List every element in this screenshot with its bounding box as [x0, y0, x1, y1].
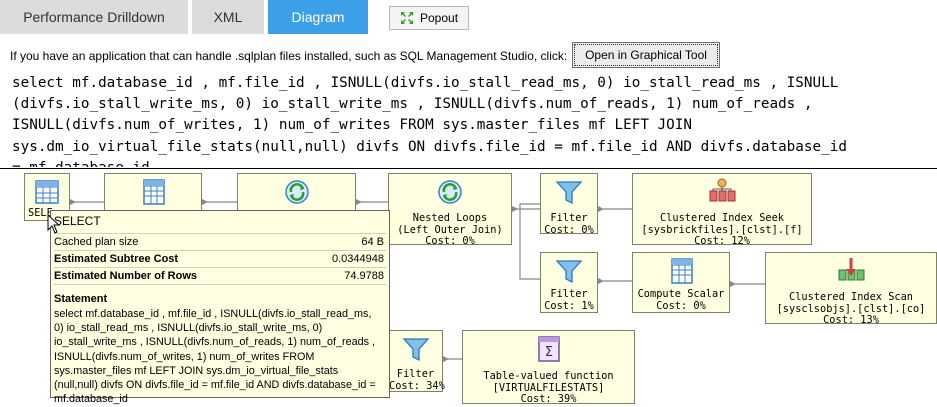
filter-icon [555, 181, 583, 205]
plan-node-clustered-index-scan[interactable]: Clustered Index Scan [sysclsobjs].[clst]… [765, 252, 937, 326]
node-label: Filter [396, 368, 435, 380]
plan-node-filter-top[interactable]: Filter Cost: 0% [540, 173, 598, 236]
filter-icon [555, 260, 583, 284]
statement-line: ISNULL(divfs.num_of_writes, 1) num_of_wr… [54, 350, 315, 363]
tooltip-key: Estimated Number of Rows [54, 270, 198, 282]
node-cost: Cost: 0% [544, 223, 594, 236]
sql-line: (divfs.io_stall_write_ms, 0) io_stall_wr… [12, 96, 813, 113]
compute-scalar-icon [671, 258, 693, 284]
statement-line: 0) io_stall_read_ms , ISNULL(divfs.io_st… [54, 322, 323, 335]
tab-bar: Performance Drilldown XML Diagram Popout [0, 0, 937, 36]
node-label: Filter [550, 288, 588, 300]
statement-line: mf.database_id [54, 393, 128, 406]
node-label: Nested Loops [412, 212, 488, 224]
plan-node-compute-scalar[interactable]: Compute Scalar Cost: 0% [632, 252, 730, 313]
plan-node-table-valued-function[interactable]: Σ Table-valued function [VIRTUALFILESTAT… [462, 330, 635, 405]
node-cost: Cost: 0% [656, 299, 706, 312]
tab-performance-drilldown[interactable]: Performance Drilldown [0, 0, 188, 34]
plan-node-nested-loops[interactable]: Nested Loops (Left Outer Join) Cost: 0% [388, 173, 512, 247]
open-in-graphical-tool-button[interactable]: Open in Graphical Tool [572, 42, 720, 68]
compute-scalar-icon [143, 179, 165, 205]
plan-node-compute-scalar-top[interactable] [104, 173, 202, 213]
tab-diagram[interactable]: Diagram [268, 0, 368, 34]
tab-xml[interactable]: XML [192, 0, 264, 34]
statement-line: (null,null) divfs ON divfs.file_id = mf.… [54, 379, 376, 392]
tooltip-row: Estimated Number of Rows 74.9788 [54, 267, 386, 285]
tooltip-value: 0.0344948 [332, 253, 384, 265]
plan-node-clustered-index-seek[interactable]: Clustered Index Seek [sysbrickfiles].[cl… [632, 173, 812, 247]
nested-loops-icon [438, 180, 462, 204]
svg-text:Σ: Σ [544, 345, 552, 360]
tooltip-row: Cached plan size 64 B [54, 233, 386, 250]
select-icon [35, 180, 59, 204]
statement-line: io_stall_write_ms , ISNULL(divfs.num_of_… [54, 336, 376, 349]
table-valued-function-icon: Σ [537, 336, 560, 362]
node-cost: Cost: 1% [544, 299, 594, 312]
popout-label: Popout [420, 11, 459, 25]
sql-line: select mf.database_id , mf.file_id , ISN… [12, 75, 839, 91]
filter-icon [402, 338, 429, 362]
open-hint-text: If you have an application that can hand… [10, 49, 568, 63]
sql-line: sys.dm_io_virtual_file_stats(null,null) … [12, 138, 847, 155]
plan-node-filter-mid[interactable]: Filter Cost: 1% [540, 252, 598, 313]
popout-button[interactable]: Popout [389, 6, 469, 30]
node-label: Clustered Index Scan [789, 291, 913, 303]
sql-line: = mf.database_id [12, 158, 937, 167]
nested-loops-icon [284, 180, 309, 204]
tooltip-row: Estimated Subtree Cost 0.0344948 [54, 250, 386, 267]
node-cost: Cost: 0% [425, 235, 475, 247]
statement-line: sys.master_files mf LEFT JOIN sys.dm_io_… [54, 364, 339, 377]
select-tooltip: SELECT Cached plan size 64 B Estimated S… [50, 210, 390, 405]
tooltip-key: Cached plan size [54, 236, 139, 248]
tooltip-title: SELECT [54, 214, 101, 228]
node-cost: Cost: 13% [823, 314, 879, 326]
tooltip-statement-heading: Statement [54, 293, 108, 305]
clustered-index-seek-icon [709, 178, 736, 202]
tooltip-value: 74.9788 [344, 270, 384, 282]
mouse-cursor-icon [47, 214, 61, 234]
popout-arrows-icon [401, 12, 413, 24]
sql-query-text: select mf.database_id , mf.file_id , ISN… [12, 73, 937, 167]
node-cost: Cost: 39% [520, 393, 577, 405]
statement-line: select mf.database_id , mf.file_id , ISN… [54, 308, 372, 320]
node-label: Table-valued function [483, 370, 614, 382]
node-label: Compute Scalar [637, 288, 725, 300]
clustered-index-scan-icon [838, 258, 865, 281]
tooltip-value: 64 B [361, 236, 384, 248]
tooltip-statement: select mf.database_id , mf.file_id , ISN… [54, 307, 386, 406]
node-label: Filter [550, 212, 588, 224]
node-cost: Cost: 12% [694, 235, 750, 247]
node-label: Clustered Index Seek [660, 212, 784, 224]
plan-node-filter-bottom[interactable]: Filter Cost: 34% [388, 330, 445, 392]
node-cost: Cost: 34% [389, 379, 445, 392]
sql-line: ISNULL(divfs.num_of_writes, 1) num_of_wr… [12, 117, 692, 134]
plan-node-nested-loops-top[interactable] [237, 173, 356, 213]
tooltip-key: Estimated Subtree Cost [54, 253, 179, 265]
